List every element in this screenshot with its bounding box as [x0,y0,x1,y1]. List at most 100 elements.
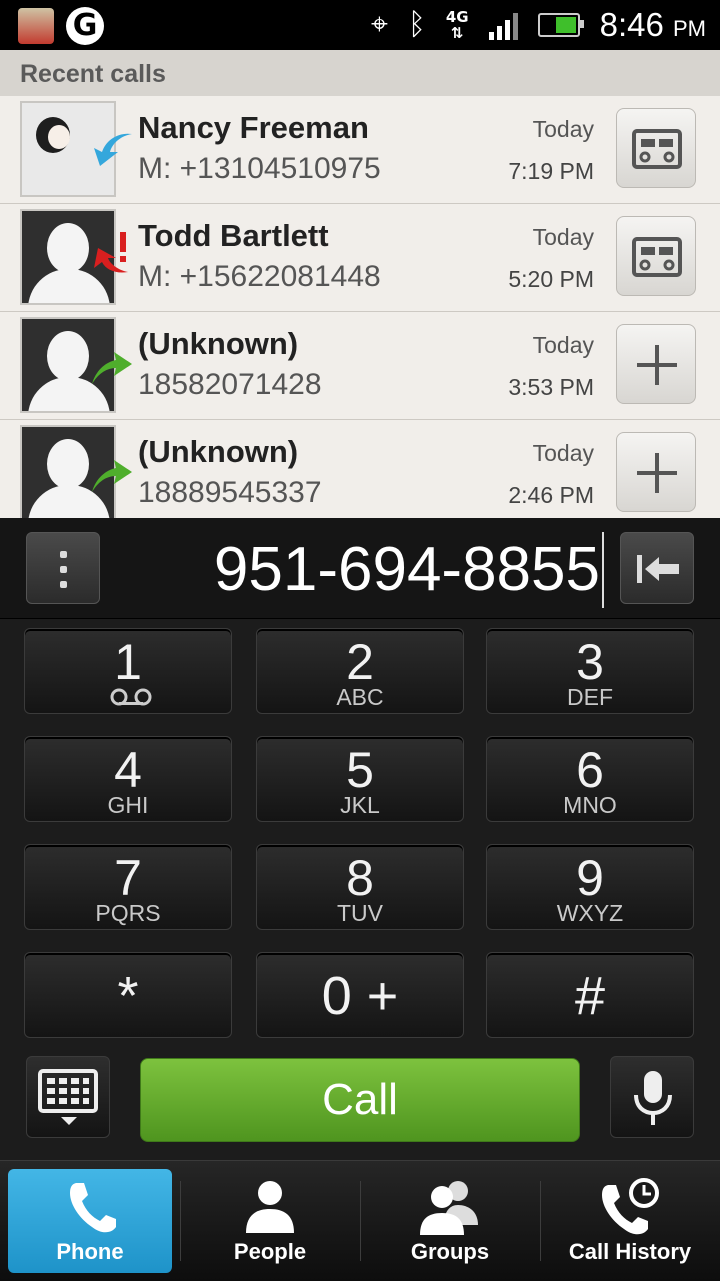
contact-card-button[interactable] [616,216,696,296]
bottom-tab-bar: Phone People Groups Call History [0,1160,720,1281]
call-number: 18582071428 [138,368,322,401]
contact-card-icon [632,237,682,277]
backspace-icon [637,555,679,583]
notification-app-icon [18,8,54,44]
outgoing-call-icon [92,460,132,492]
number-bar: 951-694-8855 [0,518,720,619]
key-8[interactable]: 8 TUV [256,844,464,930]
key-letters: ABC [336,684,384,710]
call-day: Today [532,440,594,466]
tab-people[interactable]: People [188,1169,352,1273]
recent-calls-list: Nancy Freeman M: +13104510975 Today 7:19… [0,96,720,518]
call-contact-name: Todd Bartlett [138,218,329,253]
key-9[interactable]: 9 WXYZ [486,844,694,930]
microphone-icon [634,1071,672,1125]
plus-icon [637,453,677,493]
tab-label: Phone [56,1239,124,1264]
key-7[interactable]: 7 PQRS [24,844,232,930]
key-2[interactable]: 2 ABC [256,628,464,714]
call-time: 3:53 PM [508,374,594,400]
person-icon [246,1181,294,1233]
call-number: M: +13104510975 [138,152,381,185]
menu-button[interactable] [26,532,100,604]
key-star[interactable]: * [24,952,232,1038]
call-contact-name: (Unknown) [138,434,299,469]
recent-calls-header: Recent calls [0,50,720,97]
key-4[interactable]: 4 GHI [24,736,232,822]
key-digit: # [574,966,606,1026]
phone-icon [70,1183,116,1233]
dialed-number-field[interactable]: 951-694-8855 [110,532,604,608]
voice-dial-button[interactable] [610,1056,694,1138]
call-button[interactable]: Call [140,1058,580,1142]
call-row-nancy-freeman[interactable]: Nancy Freeman M: +13104510975 Today 7:19… [0,96,720,204]
signal-icon [488,10,518,40]
tab-phone[interactable]: Phone [8,1169,172,1273]
call-history-icon [602,1178,659,1235]
call-row-todd-bartlett[interactable]: Todd Bartlett M: +15622081448 Today 5:20… [0,204,720,312]
key-digit: 0 + [321,966,399,1026]
key-digit: 5 [346,742,374,798]
key-hash[interactable]: # [486,952,694,1038]
tab-label: People [233,1239,307,1264]
silhouette-body [28,269,110,303]
key-letters: GHI [107,792,149,818]
call-day: Today [532,332,594,358]
clock: 8:46 PM [599,6,706,43]
silhouette-head [47,331,89,381]
tab-groups[interactable]: Groups [368,1169,532,1273]
status-bar: G ⌖ ᛒ 4G ⇅ 8:46 PM [0,0,720,50]
missed-call-icon [94,232,128,273]
key-digit: 4 [114,742,142,798]
contact-card-button[interactable] [616,108,696,188]
call-contact-name: Nancy Freeman [138,110,369,145]
group-icon [420,1181,478,1235]
backspace-button[interactable] [620,532,694,604]
add-contact-button[interactable] [616,432,696,512]
incoming-call-icon [94,133,132,166]
key-5[interactable]: 5 JKL [256,736,464,822]
bluetooth-icon: ᛒ [407,7,426,42]
keypad-icon [38,1069,98,1125]
call-row-unknown[interactable]: (Unknown) 18582071428 Today 3:53 PM [0,312,720,420]
plus-icon [637,345,677,385]
key-letters: TUV [337,900,383,926]
key-letters: DEF [567,684,613,710]
call-time: 5:20 PM [508,266,594,292]
key-letters: PQRS [95,900,161,926]
silhouette-head [47,223,89,273]
tab-call-history[interactable]: Call History [548,1169,712,1273]
tab-label: Groups [410,1239,490,1264]
key-letters: JKL [340,792,380,818]
battery-icon [537,13,584,37]
key-digit: 3 [576,634,604,690]
battery-level [555,17,576,33]
key-letters: MNO [563,792,617,818]
silhouette-head [47,439,89,489]
add-contact-button[interactable] [616,324,696,404]
key-6[interactable]: 6 MNO [486,736,694,822]
key-digit: 7 [114,850,142,906]
call-day: Today [532,224,594,250]
call-number: 18889545337 [138,476,322,509]
key-digit: 9 [576,850,604,906]
photo-face [48,125,70,149]
key-digit: 8 [346,850,374,906]
call-contact-name: (Unknown) [138,326,299,361]
dialer-panel: 951-694-8855 1 2 ABC 3 DEF 4 GHI 5 JKL 6… [0,518,720,1160]
contact-card-icon [632,129,682,169]
key-digit: 2 [346,634,374,690]
voicemail-icon [110,688,152,706]
key-digit: * [117,966,139,1026]
hide-keypad-button[interactable] [26,1056,110,1138]
key-digit: 6 [576,742,604,798]
key-1[interactable]: 1 [24,628,232,714]
call-number: M: +15622081448 [138,260,381,293]
call-time: 2:46 PM [508,482,594,508]
key-3[interactable]: 3 DEF [486,628,694,714]
call-time: 7:19 PM [508,158,594,184]
call-row-unknown[interactable]: (Unknown) 18889545337 Today 2:46 PM [0,420,720,518]
g-app-icon: G [66,7,104,45]
recent-calls-title: Recent calls [20,60,166,88]
key-0[interactable]: 0 + [256,952,464,1038]
